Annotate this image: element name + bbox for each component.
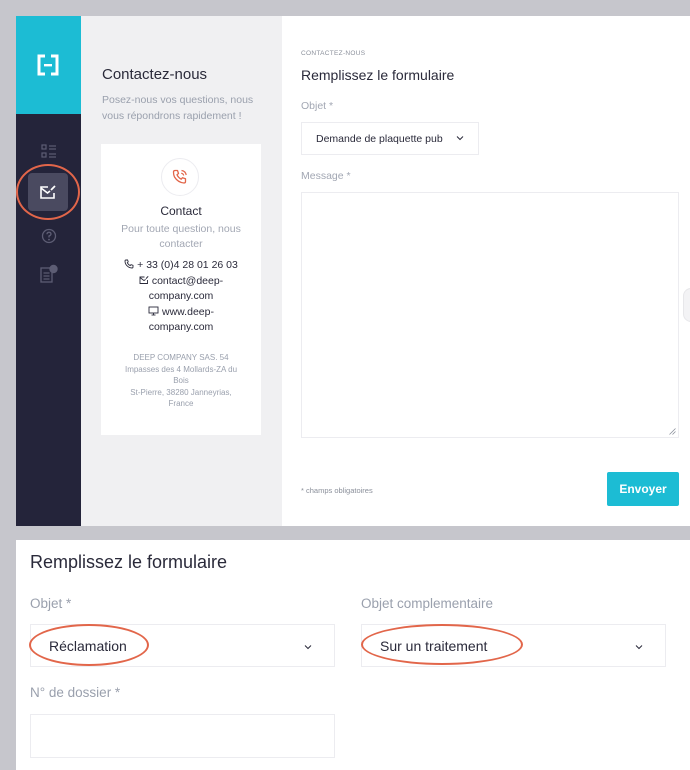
sidebar (16, 16, 81, 526)
address-line: Bois (173, 376, 189, 385)
objet-selected-value: Demande de plaquette pub (316, 132, 443, 145)
document-badge-icon (39, 264, 58, 283)
contact-details: + 33 (0)4 28 01 26 03 contact@deep- comp… (105, 258, 257, 336)
objet-label: Objet * (301, 100, 334, 112)
card-subtitle: Pour toute question, nous contacter (121, 223, 241, 250)
mail-icon (139, 275, 149, 284)
website-line[interactable]: www.deep- (105, 305, 257, 321)
message-textarea[interactable] (301, 192, 679, 438)
logo-block[interactable] (16, 16, 81, 114)
objet-complementaire-value: Sur un traitement (380, 637, 488, 654)
chevron-down-icon (456, 136, 464, 141)
form-detail-screenshot: Remplissez le formulaire Objet * Réclama… (16, 540, 690, 770)
company-address: DEEP COMPANY SAS. 54 Impasses des 4 Moll… (111, 352, 251, 410)
objet-label: Objet * (30, 596, 72, 611)
nav-item-help[interactable] (16, 222, 81, 250)
panel-subtitle: Posez-nous vos questions, nous vous répo… (102, 94, 254, 122)
dossier-number-input[interactable] (30, 714, 335, 758)
form-title: Remplissez le formulaire (301, 67, 455, 83)
nav-item-contact[interactable] (28, 173, 68, 211)
required-fields-note: * champs obligatoires (301, 486, 373, 495)
brackets-logo-icon (37, 54, 59, 76)
objet-complementaire-label: Objet complementaire (361, 596, 494, 611)
phone-icon (124, 259, 134, 269)
phone-line[interactable]: + 33 (0)4 28 01 26 03 (105, 258, 257, 274)
address-line: St-Pierre, 38280 Janneyrias, (130, 387, 232, 397)
monitor-icon (148, 306, 159, 315)
nav-item-list[interactable] (16, 138, 81, 166)
address-line: DEEP COMPANY SAS. 54 (133, 353, 229, 362)
contact-page-screenshot: Contactez-nous Posez-nous vos questions,… (16, 16, 690, 526)
address-line: France (168, 399, 194, 408)
phone-ring-icon (172, 169, 187, 184)
panel-title: Contactez-nous (102, 66, 208, 83)
chevron-down-icon (635, 645, 643, 650)
chevron-down-icon (304, 645, 312, 650)
list-icon (40, 144, 56, 158)
help-circle-icon (41, 228, 56, 244)
objet-complementaire-select[interactable]: Sur un traitement (361, 624, 666, 667)
website-part1: www.deep- (162, 305, 214, 318)
phone-icon-circle (161, 158, 199, 196)
resize-grip-icon[interactable] (669, 428, 676, 435)
website-part2: company.com (148, 321, 214, 333)
form-eyebrow: CONTACTEZ-NOUS (301, 50, 366, 57)
objet-select[interactable]: Demande de plaquette pub (301, 122, 479, 155)
email-line[interactable]: contact@deep- (105, 274, 257, 290)
objet-selected-value: Réclamation (49, 637, 127, 654)
contact-form: CONTACTEZ-NOUS Remplissez le formulaire … (282, 16, 690, 526)
address-line: Impasses des 4 Mollards-ZA du (124, 364, 238, 374)
message-label: Message * (301, 170, 351, 182)
contact-info-panel: Contactez-nous Posez-nous vos questions,… (81, 16, 282, 526)
dossier-label: N° de dossier * (30, 685, 121, 700)
submit-button[interactable]: Envoyer (607, 472, 679, 506)
mail-edit-icon (40, 185, 56, 199)
contact-card: Contact Pour toute question, nous contac… (101, 144, 261, 435)
card-title: Contact (160, 204, 202, 218)
email-part1: contact@deep- (151, 274, 224, 287)
nav-item-documents[interactable] (16, 260, 81, 288)
detail-form-title: Remplissez le formulaire (30, 552, 228, 572)
phone-number: + 33 (0)4 28 01 26 03 (137, 259, 238, 271)
panel-collapse-handle[interactable] (683, 288, 690, 322)
objet-select[interactable]: Réclamation (30, 624, 335, 667)
email-part2: company.com (148, 290, 214, 302)
